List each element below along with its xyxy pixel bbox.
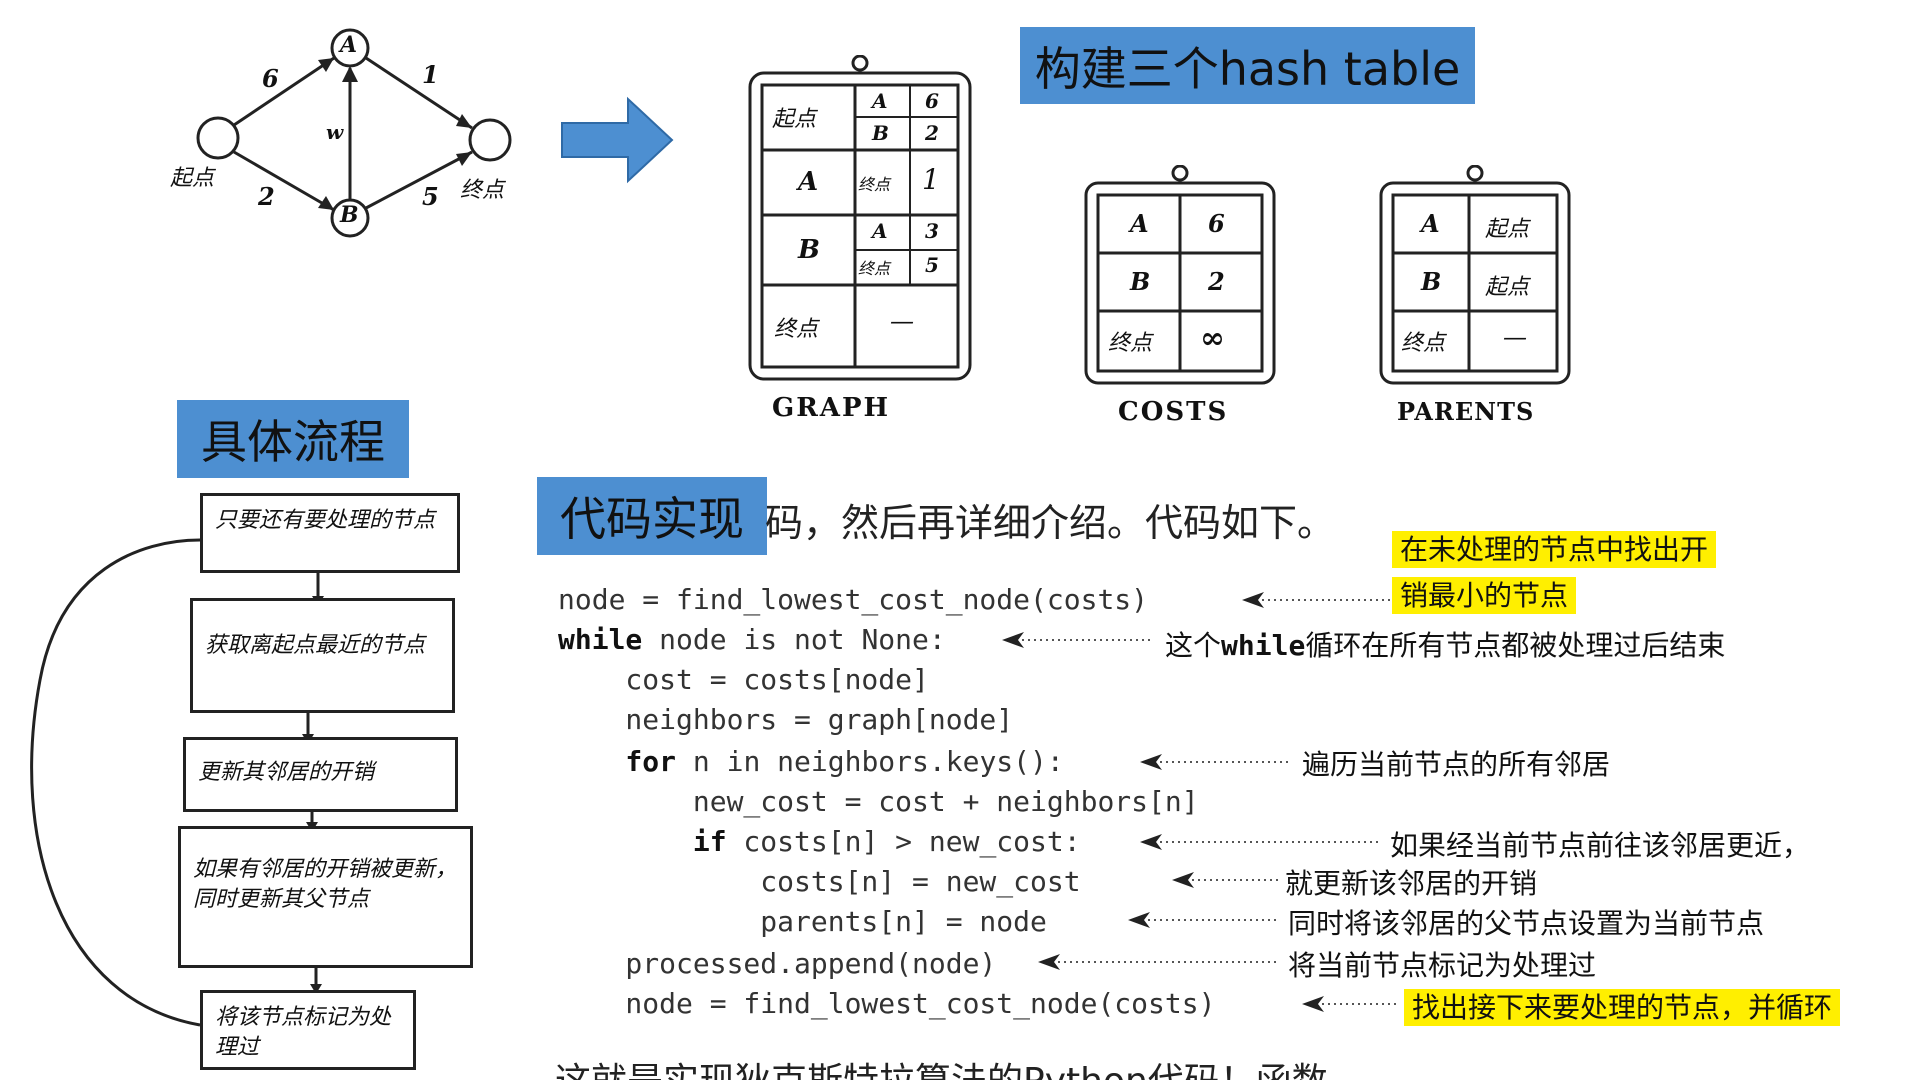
annotation-while-post: 循环在所有节点都被处理过后结束	[1305, 629, 1726, 662]
annotation-find-lowest: 在未处理的节点中找出开 销最小的节点	[1392, 527, 1717, 619]
annotation-while-keyword: while	[1221, 629, 1306, 662]
annotation-update-parent: 同时将该邻居的父节点设置为当前节点	[1288, 907, 1765, 940]
annotation-processed: 将当前节点标记为处理过	[1288, 949, 1597, 982]
annotation-loop: 找出接下来要处理的节点，并循环	[1404, 986, 1841, 1026]
annotation-find-lowest-line2: 销最小的节点	[1392, 577, 1577, 614]
annotation-if: 如果经当前节点前往该邻居更近，	[1390, 829, 1811, 862]
annotation-find-lowest-line1: 在未处理的节点中找出开	[1392, 531, 1717, 568]
cut-off-text-clip: 这就是实现狄克斯特拉算法的Python代码！函数	[555, 1052, 1855, 1080]
annotation-for: 遍历当前节点的所有邻居	[1302, 748, 1611, 781]
cut-off-text: 这就是实现狄克斯特拉算法的Python代码！函数	[555, 1052, 1328, 1080]
annotation-update-cost: 就更新该邻居的开销	[1285, 867, 1538, 900]
annotation-while-pre: 这个	[1165, 629, 1222, 662]
annotation-while: 这个while循环在所有节点都被处理过后结束	[1165, 624, 1725, 664]
annotation-loop-text: 找出接下来要处理的节点，并循环	[1404, 989, 1841, 1026]
